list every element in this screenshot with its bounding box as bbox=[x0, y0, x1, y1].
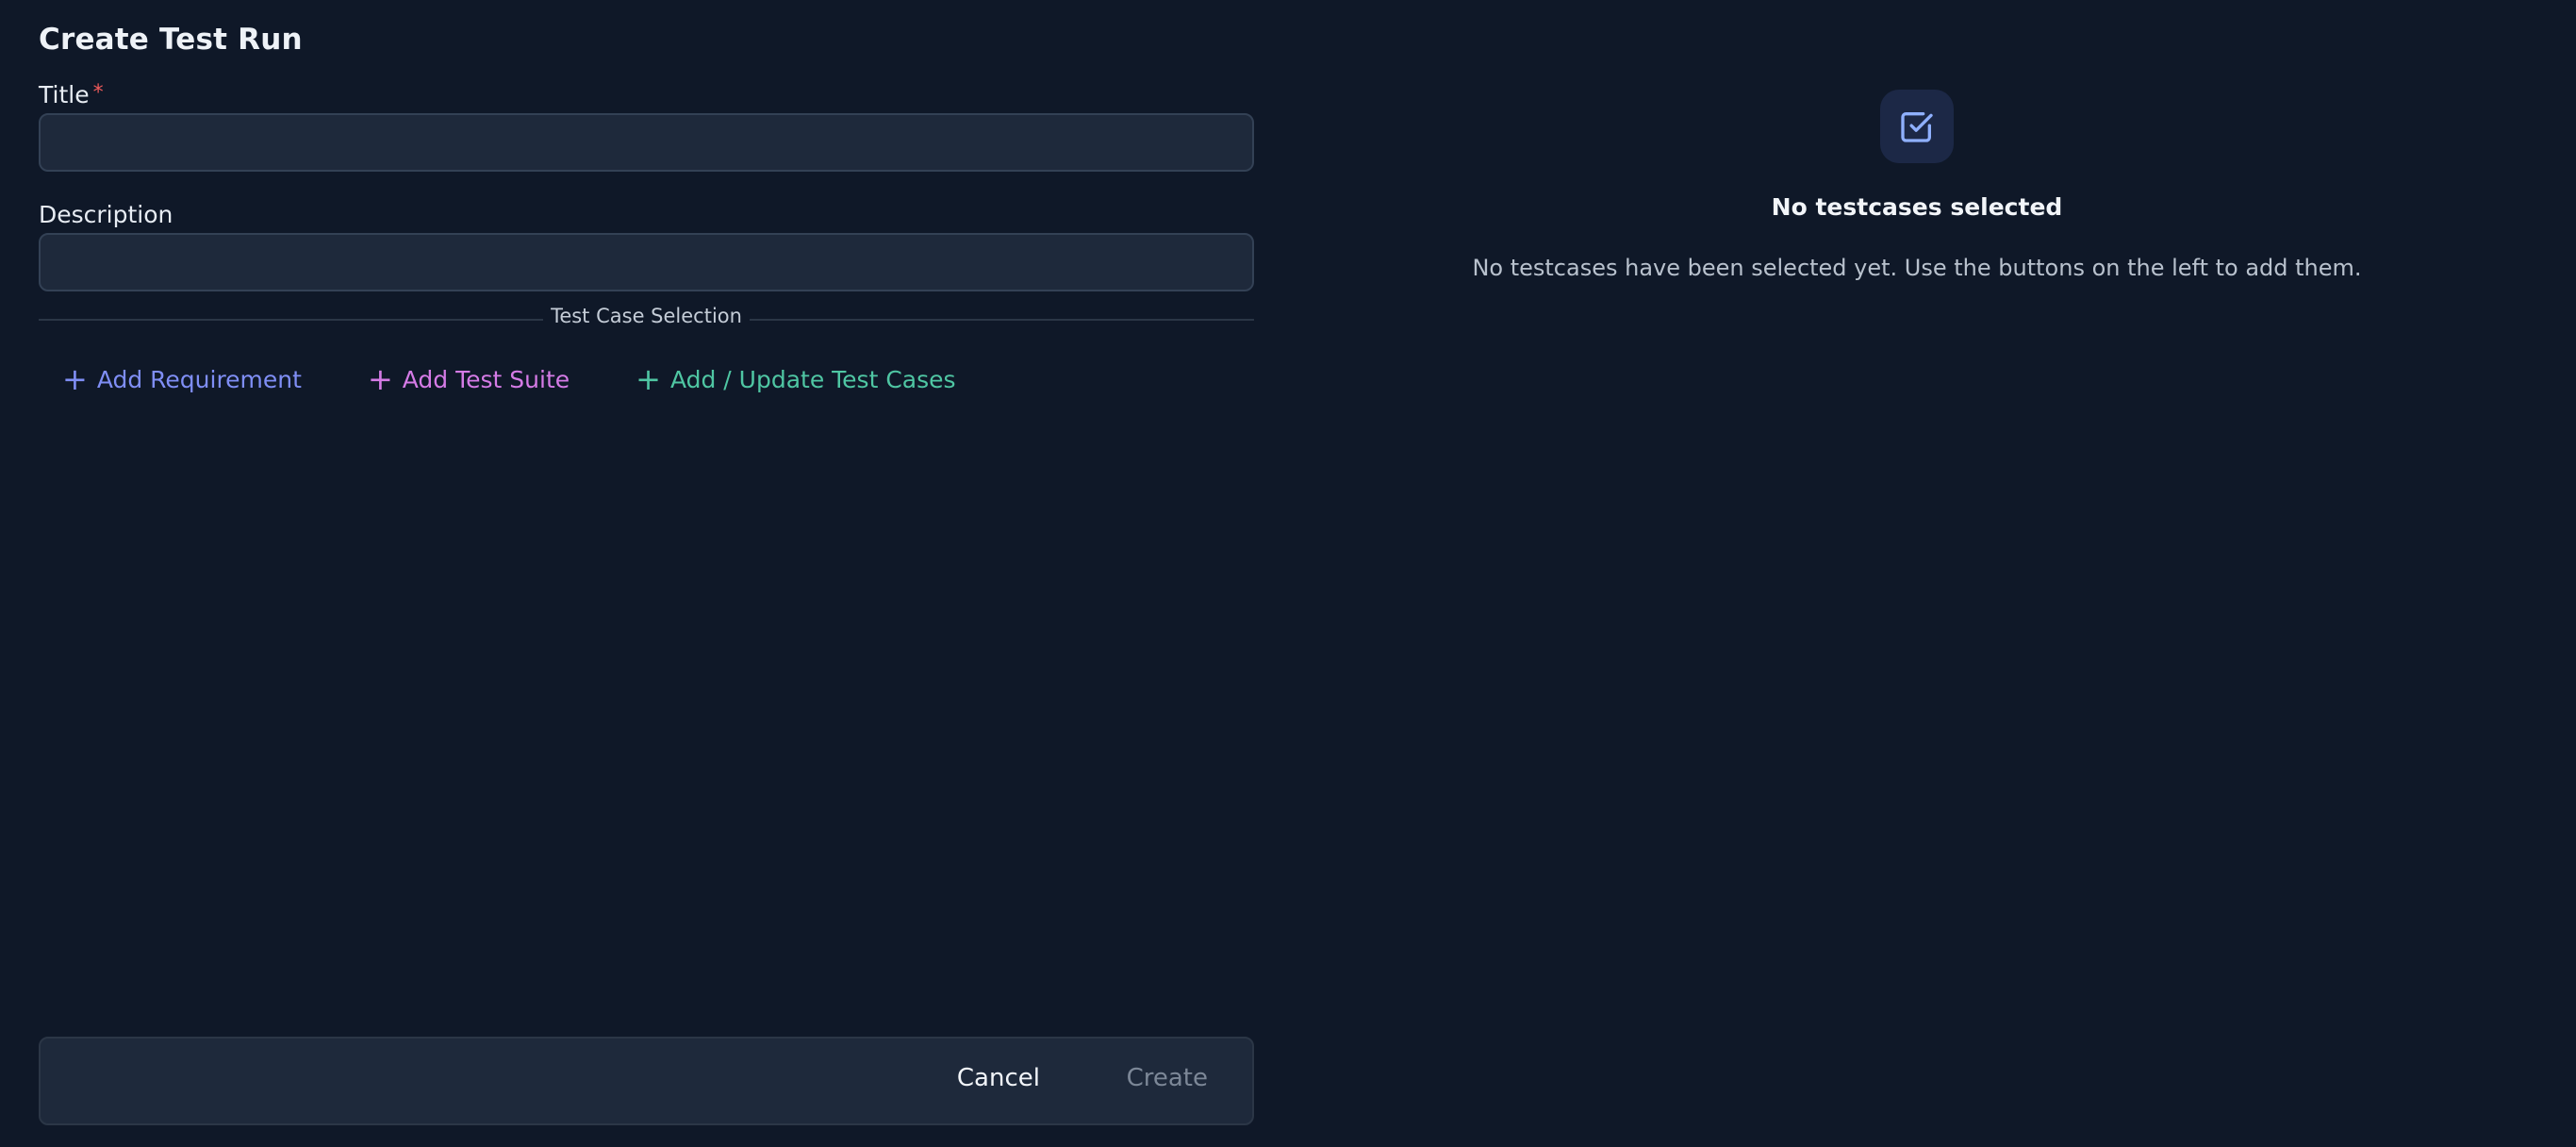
divider-label-text: Test Case Selection bbox=[543, 305, 750, 327]
add-update-test-cases-button[interactable]: + Add / Update Test Cases bbox=[636, 364, 955, 394]
title-label: Title * bbox=[39, 81, 104, 108]
add-requirement-button[interactable]: + Add Requirement bbox=[62, 364, 302, 394]
cancel-button[interactable]: Cancel bbox=[957, 1064, 1040, 1092]
form-panel: Create Test Run Title * Description Test … bbox=[39, 0, 1254, 1147]
empty-state-icon-badge bbox=[1880, 90, 1954, 163]
description-label: Description bbox=[39, 201, 173, 228]
plus-icon: + bbox=[636, 361, 661, 397]
required-marker: * bbox=[92, 81, 104, 105]
create-test-run-page: Create Test Run Title * Description Test … bbox=[0, 0, 2576, 1147]
plus-icon: + bbox=[62, 361, 88, 397]
title-label-text: Title bbox=[39, 81, 90, 108]
add-update-test-cases-label: Add / Update Test Cases bbox=[669, 365, 956, 393]
title-input[interactable] bbox=[39, 113, 1254, 172]
dialog-footer: Cancel Create bbox=[39, 1037, 1254, 1125]
add-requirement-label: Add Requirement bbox=[96, 365, 302, 393]
empty-state-description: No testcases have been selected yet. Use… bbox=[1472, 255, 2362, 281]
description-input[interactable] bbox=[39, 233, 1254, 291]
page-title: Create Test Run bbox=[39, 23, 303, 57]
test-case-selection-label: Test Case Selection bbox=[39, 305, 1254, 327]
plus-icon: + bbox=[367, 361, 393, 397]
selection-actions: + Add Requirement + Add Test Suite + Add… bbox=[62, 360, 956, 398]
checkbox-check-icon bbox=[1901, 112, 1933, 142]
add-test-suite-label: Add Test Suite bbox=[402, 365, 570, 393]
create-button[interactable]: Create bbox=[1127, 1064, 1208, 1092]
add-test-suite-button[interactable]: + Add Test Suite bbox=[368, 364, 570, 394]
empty-state-title: No testcases selected bbox=[1771, 193, 2063, 221]
